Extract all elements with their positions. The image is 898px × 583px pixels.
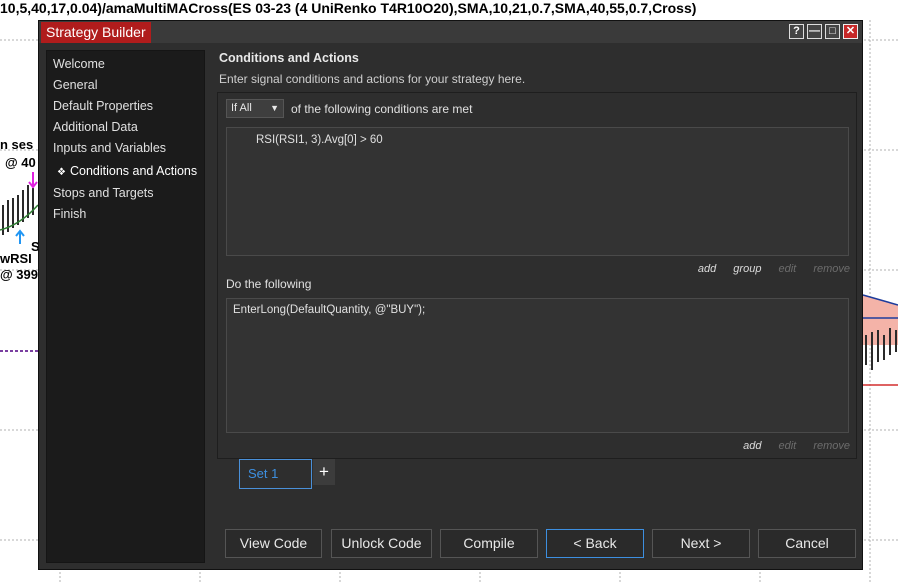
- dialog-title: Strategy Builder: [41, 22, 151, 43]
- sidebar-item-label: Conditions and Actions: [69, 164, 198, 178]
- strategy-builder-dialog: Strategy Builder ? — □ ✕ Welcome General…: [38, 20, 863, 570]
- chevron-down-icon: ▼: [270, 103, 279, 113]
- remove-action-link[interactable]: remove: [813, 440, 850, 452]
- action-item[interactable]: EnterLong(DefaultQuantity, @"BUY");: [233, 304, 425, 316]
- condition-item[interactable]: RSI(RSI1, 3).Avg[0] > 60: [256, 134, 383, 146]
- edit-action-link[interactable]: edit: [779, 440, 797, 452]
- view-code-button[interactable]: View Code: [225, 529, 322, 558]
- group-condition-link[interactable]: group: [733, 263, 761, 275]
- maximize-icon[interactable]: □: [825, 24, 840, 39]
- cancel-button[interactable]: Cancel: [758, 529, 856, 558]
- sidebar-item-default-properties[interactable]: Default Properties: [53, 99, 153, 113]
- diamond-icon: ❖: [57, 167, 66, 178]
- sidebar-item-general[interactable]: General: [53, 78, 97, 92]
- actions-list[interactable]: EnterLong(DefaultQuantity, @"BUY");: [226, 298, 849, 433]
- close-icon[interactable]: ✕: [843, 24, 858, 39]
- next-button[interactable]: Next >: [652, 529, 750, 558]
- chart-title: 10,5,40,17,0.04)/amaMultiMACross(ES 03-2…: [0, 0, 697, 16]
- actions-label: Do the following: [226, 277, 312, 291]
- sidebar-item-inputs-and-variables[interactable]: Inputs and Variables: [53, 141, 166, 155]
- add-set-button[interactable]: +: [313, 459, 335, 485]
- conditions-label: of the following conditions are met: [291, 102, 473, 116]
- sidebar-item-finish[interactable]: Finish: [53, 207, 86, 221]
- remove-condition-link[interactable]: remove: [813, 263, 850, 275]
- edit-condition-link[interactable]: edit: [779, 263, 797, 275]
- section-subtitle: Enter signal conditions and actions for …: [219, 72, 526, 86]
- actions-links: add edit remove: [729, 440, 850, 452]
- chart-label: @ 399: [0, 267, 38, 282]
- conditions-panel: If All ▼ of the following conditions are…: [217, 92, 857, 459]
- condition-mode-select[interactable]: If All ▼: [226, 99, 284, 118]
- add-condition-link[interactable]: add: [698, 263, 716, 275]
- title-bar[interactable]: Strategy Builder ? — □ ✕: [39, 21, 862, 43]
- conditions-links: add group edit remove: [684, 263, 850, 275]
- sidebar-item-conditions-and-actions[interactable]: ❖ Conditions and Actions: [57, 164, 197, 178]
- minimize-icon[interactable]: —: [807, 24, 822, 39]
- sidebar-item-welcome[interactable]: Welcome: [53, 57, 105, 71]
- chart-label: @ 40: [5, 155, 36, 170]
- chart-label: n ses: [0, 137, 34, 152]
- sidebar-item-additional-data[interactable]: Additional Data: [53, 120, 138, 134]
- add-action-link[interactable]: add: [743, 440, 761, 452]
- section-title: Conditions and Actions: [219, 51, 359, 65]
- conditions-list[interactable]: RSI(RSI1, 3).Avg[0] > 60: [226, 127, 849, 256]
- sidebar: Welcome General Default Properties Addit…: [46, 50, 205, 563]
- select-value: If All: [231, 102, 252, 114]
- tab-set-1[interactable]: Set 1: [239, 459, 312, 489]
- help-icon[interactable]: ?: [789, 24, 804, 39]
- chart-label: wRSI: [0, 251, 32, 266]
- sidebar-item-stops-and-targets[interactable]: Stops and Targets: [53, 186, 154, 200]
- unlock-code-button[interactable]: Unlock Code: [331, 529, 432, 558]
- back-button[interactable]: < Back: [546, 529, 644, 558]
- compile-button[interactable]: Compile: [440, 529, 538, 558]
